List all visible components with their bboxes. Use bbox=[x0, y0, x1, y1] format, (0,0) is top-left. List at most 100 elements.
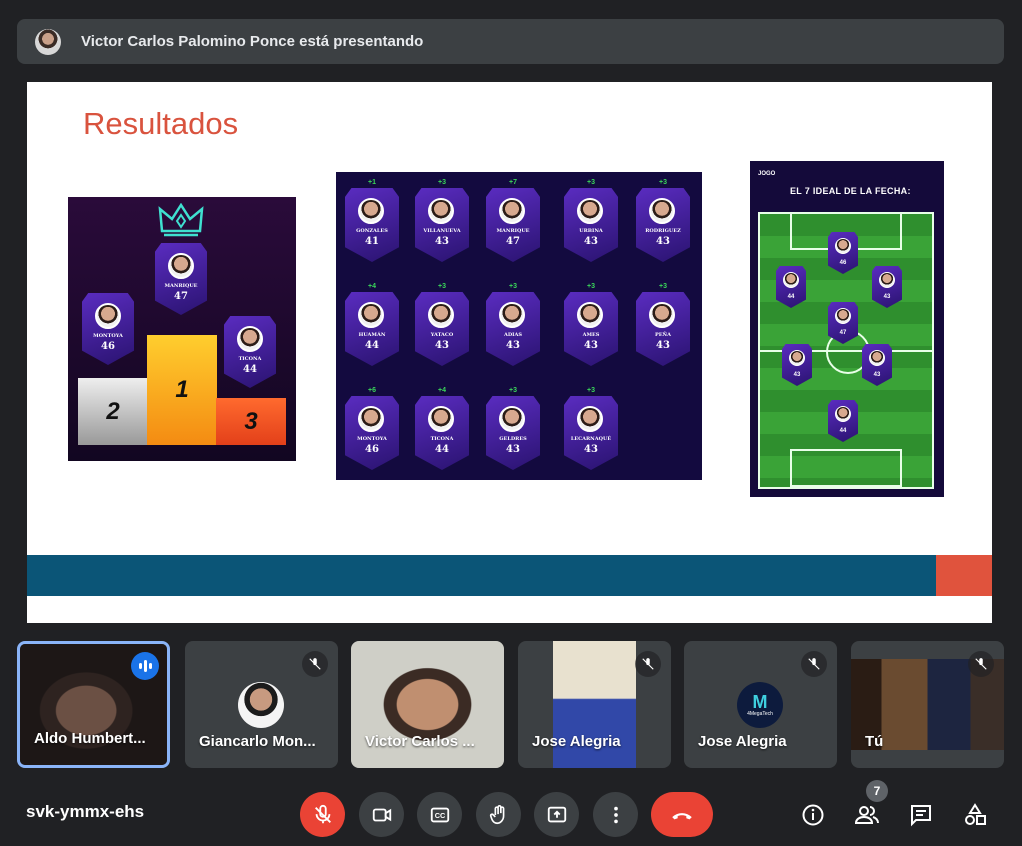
player-face bbox=[428, 302, 454, 328]
player-face bbox=[577, 198, 603, 224]
bottom-penalty-box bbox=[790, 449, 902, 487]
ideal-player-card: 43 bbox=[872, 266, 902, 308]
present-now-button[interactable] bbox=[534, 792, 579, 837]
activities-icon bbox=[965, 803, 986, 825]
score-delta: +4 bbox=[368, 283, 376, 290]
participant-name: Jose Alegria bbox=[698, 733, 787, 750]
player-score: 43 bbox=[873, 372, 881, 378]
player-card: LECARNAQUÉ 43 bbox=[564, 396, 618, 470]
player-face bbox=[499, 198, 525, 224]
player-score: 47 bbox=[174, 291, 188, 302]
player-score: 43 bbox=[584, 236, 598, 247]
player-score: 43 bbox=[506, 444, 520, 455]
player-score: 47 bbox=[506, 236, 520, 247]
player-face bbox=[358, 406, 384, 432]
score-delta: +3 bbox=[509, 387, 517, 394]
participant-tile-5[interactable]: M 4MegaTech Jose Alegria bbox=[684, 641, 837, 768]
player-face bbox=[869, 350, 885, 366]
score-delta: +4 bbox=[438, 387, 446, 394]
megatech-logo-icon: M bbox=[752, 692, 768, 712]
player-face bbox=[499, 302, 525, 328]
podium-step-3: 3 bbox=[216, 398, 286, 445]
score-delta: +3 bbox=[587, 179, 595, 186]
presenter-avatar bbox=[35, 28, 61, 55]
activities-button[interactable] bbox=[955, 795, 995, 835]
people-button[interactable] bbox=[847, 795, 887, 835]
player-card: MANRIQUE 47 bbox=[486, 188, 540, 262]
chat-button[interactable] bbox=[901, 795, 941, 835]
player-card: GELDRES 43 bbox=[486, 396, 540, 470]
participant-tile-6[interactable]: Tú bbox=[851, 641, 1004, 768]
podium-step-2: 2 bbox=[78, 378, 148, 445]
player-score: 43 bbox=[584, 340, 598, 351]
score-delta: +3 bbox=[438, 179, 446, 186]
participant-tile-2[interactable]: Giancarlo Mon... bbox=[185, 641, 338, 768]
player-card: MONTOYA 46 bbox=[345, 396, 399, 470]
player-face bbox=[835, 406, 851, 422]
player-score: 41 bbox=[365, 236, 379, 247]
participant-avatar bbox=[238, 682, 284, 728]
score-delta: +7 bbox=[509, 179, 517, 186]
participant-tile-3[interactable]: Victor Carlos ... bbox=[351, 641, 504, 768]
raise-hand-button[interactable] bbox=[476, 792, 521, 837]
hangup-icon bbox=[672, 812, 692, 819]
player-name: MONTOYA bbox=[357, 436, 387, 442]
ideal-title: EL 7 IDEAL DE LA FECHA: bbox=[790, 186, 911, 196]
ideal-player-card: 43 bbox=[782, 344, 812, 386]
captions-icon: CC bbox=[430, 807, 449, 822]
crown-icon bbox=[158, 203, 204, 237]
player-face bbox=[577, 302, 603, 328]
player-score: 43 bbox=[435, 236, 449, 247]
participant-tile-4[interactable]: Jose Alegria bbox=[518, 641, 671, 768]
player-card: RODRIGUEZ 43 bbox=[636, 188, 690, 262]
jogo-logo: JOGO bbox=[758, 171, 776, 177]
podium-image: MANRIQUE 47 MONTOYA 46 TICONA 44 2 1 3 bbox=[68, 197, 296, 461]
participant-name: Victor Carlos ... bbox=[365, 733, 475, 750]
meeting-details-button[interactable] bbox=[793, 795, 833, 835]
participant-avatar: M 4MegaTech bbox=[737, 682, 783, 728]
mic-off-icon bbox=[801, 651, 827, 677]
captions-button[interactable]: CC bbox=[417, 792, 462, 837]
more-options-button[interactable] bbox=[593, 792, 638, 837]
participant-tile-1[interactable]: Aldo Humbert... bbox=[17, 641, 170, 768]
chat-icon bbox=[911, 805, 931, 827]
player-card: ADIAS 43 bbox=[486, 292, 540, 366]
player-score: 44 bbox=[787, 294, 795, 300]
leave-call-button[interactable] bbox=[651, 792, 713, 837]
score-delta: +3 bbox=[659, 283, 667, 290]
player-card: TICONA 44 bbox=[415, 396, 469, 470]
player-name: GONZALES bbox=[356, 228, 388, 234]
player-score: 43 bbox=[506, 340, 520, 351]
player-score: 46 bbox=[365, 444, 379, 455]
player-card: VILLANUEVA 43 bbox=[415, 188, 469, 262]
podium-step-1: 1 bbox=[147, 335, 217, 445]
ideal-player-card: 46 bbox=[828, 232, 858, 274]
player-name: URBINA bbox=[579, 228, 603, 234]
mic-off-icon bbox=[968, 651, 994, 677]
score-delta: +3 bbox=[587, 283, 595, 290]
mic-toggle-button[interactable] bbox=[300, 792, 345, 837]
shared-slide: Resultados MANRIQUE 47 MONTOYA 46 TICONA… bbox=[27, 82, 992, 623]
player-score: 44 bbox=[839, 428, 847, 434]
ideal-player-card: 44 bbox=[776, 266, 806, 308]
presenter-text: Victor Carlos Palomino Ponce está presen… bbox=[81, 33, 424, 50]
player-score: 43 bbox=[584, 444, 598, 455]
player-score: 43 bbox=[656, 340, 670, 351]
player-score: 44 bbox=[243, 364, 257, 375]
slide-title: Resultados bbox=[83, 106, 239, 141]
participant-name: Aldo Humbert... bbox=[34, 730, 146, 747]
player-card: HUAMÁN 44 bbox=[345, 292, 399, 366]
player-card: PEÑA 43 bbox=[636, 292, 690, 366]
camera-toggle-button[interactable] bbox=[359, 792, 404, 837]
slide-footer-band bbox=[27, 555, 936, 596]
raise-hand-icon bbox=[489, 804, 504, 824]
present-icon bbox=[547, 806, 566, 822]
svg-text:CC: CC bbox=[434, 811, 445, 820]
player-name: YATACO bbox=[430, 332, 454, 338]
football-pitch: 46 44 43 47 43 43 44 bbox=[758, 212, 934, 489]
slide-footer-accent bbox=[936, 555, 992, 596]
player-name: VILLANUEVA bbox=[423, 228, 461, 234]
ideal-team-image: JOGO EL 7 IDEAL DE LA FECHA: 46 44 43 47 43 4… bbox=[750, 161, 944, 497]
player-name: MONTOYA bbox=[93, 333, 123, 339]
player-face bbox=[783, 272, 799, 288]
